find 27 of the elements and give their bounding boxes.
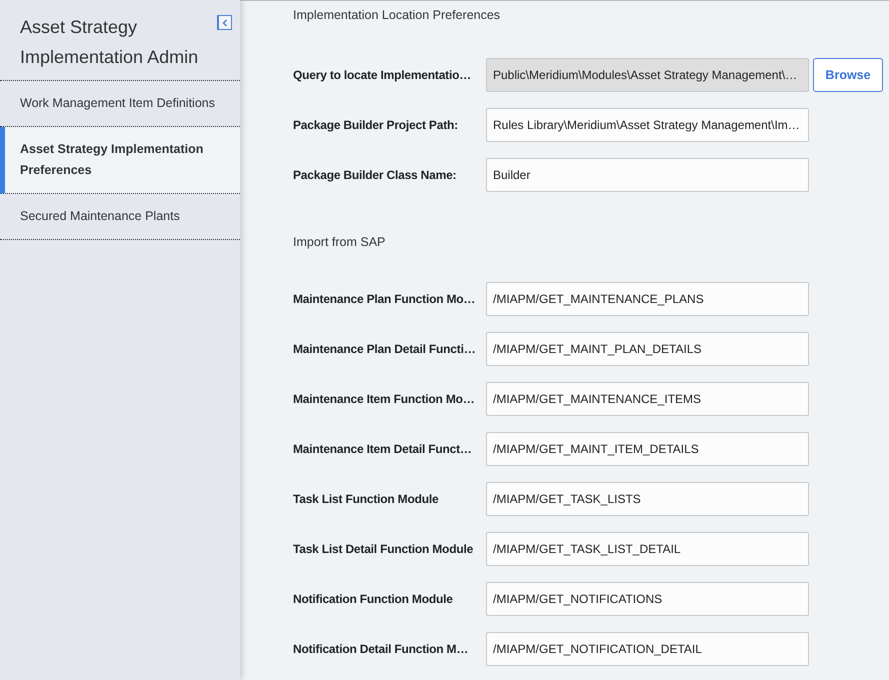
field-label: Maintenance Plan Function Mo… — [293, 292, 476, 306]
field-label: Task List Function Module — [293, 492, 440, 506]
field-label: Notification Detail Function M… — [293, 642, 470, 656]
chevron-left-icon — [222, 18, 228, 26]
section-heading: Implementation Location Preferences — [293, 8, 502, 22]
field-label: Notification Function Module — [293, 592, 454, 606]
input-field[interactable]: /MIAPM/GET_TASK_LIST_DETAIL — [486, 532, 809, 566]
input-field[interactable]: Builder — [486, 158, 809, 192]
field-label: Maintenance Item Detail Funct… — [293, 442, 473, 456]
input-field[interactable]: /MIAPM/GET_MAINTENANCE_ITEMS — [486, 382, 809, 416]
sidebar-item[interactable]: Asset Strategy Implementation Preferences — [0, 127, 240, 194]
collapse-button[interactable] — [217, 15, 232, 30]
input-field[interactable]: /MIAPM/GET_MAINT_ITEM_DETAILS — [486, 432, 809, 466]
input-field[interactable]: /MIAPM/GET_NOTIFICATIONS — [486, 582, 809, 616]
section-heading: Import from SAP — [293, 235, 386, 249]
field-label: Maintenance Item Function Mo… — [293, 392, 476, 406]
field-label: Package Builder Project Path: — [293, 118, 459, 132]
sidebar-title: Asset Strategy Implementation Admin — [20, 16, 200, 69]
input-field[interactable]: /MIAPM/GET_NOTIFICATION_DETAIL — [486, 632, 809, 666]
field-label: Maintenance Plan Detail Functi… — [293, 342, 477, 356]
field-label: Task List Detail Function Module — [293, 542, 474, 556]
input-field[interactable]: /MIAPM/GET_TASK_LISTS — [486, 482, 809, 516]
input-field[interactable]: Rules Library\Meridium\Asset Strategy Management\Im… — [486, 108, 809, 142]
field-label: Package Builder Class Name: — [293, 168, 458, 182]
input-field[interactable]: /MIAPM/GET_MAINT_PLAN_DETAILS — [486, 332, 809, 366]
field-label: Query to locate Implementatio… — [293, 68, 472, 82]
input-field[interactable]: /MIAPM/GET_MAINTENANCE_PLANS — [486, 282, 809, 316]
